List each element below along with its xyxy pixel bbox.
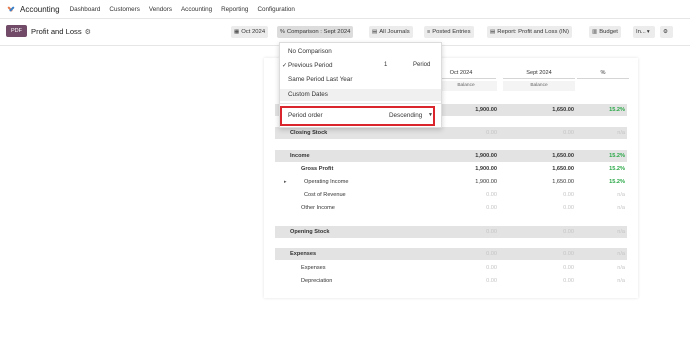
row-label: Gross Profit	[301, 166, 334, 172]
value-oct: 1,900.00	[475, 179, 497, 185]
value-percent: n/a	[617, 251, 625, 257]
table-row[interactable]: Income 1,900.00 1,650.00 15.2%	[275, 150, 627, 162]
table-row[interactable]: Expenses 0.00 0.00 n/a	[275, 248, 627, 260]
more-filter-label: In...	[636, 29, 646, 35]
period-unit-label: Period	[413, 62, 431, 68]
row-label: Operating Income	[304, 179, 349, 185]
nav-customers[interactable]: Customers	[109, 6, 139, 13]
chart-icon: ▥	[592, 29, 598, 35]
nav-configuration[interactable]: Configuration	[257, 6, 294, 13]
posted-entries-filter-label: Posted Entries	[432, 29, 471, 35]
comparison-filter-button[interactable]: % Comparison : Sept 2024	[277, 26, 354, 38]
subheader-balance-oct: Balance	[435, 81, 497, 91]
row-label: Depreciation	[301, 278, 333, 284]
top-navbar: Accounting Dashboard Customers Vendors A…	[0, 0, 690, 19]
table-row[interactable]: Expenses 0.00 0.00 n/a	[275, 262, 627, 274]
subheader-balance-sept: Balance	[503, 81, 575, 91]
percent-icon: %	[280, 29, 285, 35]
table-row[interactable]: Other Income 0.00 0.00 n/a	[275, 202, 627, 214]
more-filter-button[interactable]: In... ▾	[633, 26, 655, 38]
journals-filter-label: All Journals	[379, 29, 410, 35]
budget-filter-label: Budget	[599, 29, 618, 35]
value-percent: 15.2%	[609, 179, 625, 185]
column-header-sept: Sept 2024	[503, 68, 575, 79]
value-oct: 0.00	[486, 265, 497, 271]
value-percent: 15.2%	[609, 107, 625, 113]
nav-vendors[interactable]: Vendors	[149, 6, 172, 13]
settings-icon: ⚙	[663, 29, 668, 35]
settings-button[interactable]: ⚙	[660, 26, 673, 38]
table-row[interactable]: Depreciation 0.00 0.00 n/a	[275, 275, 627, 287]
option-no-comparison[interactable]: No Comparison	[288, 48, 332, 55]
dropdown-divider	[280, 103, 441, 104]
value-oct: 0.00	[486, 192, 497, 198]
value-percent: n/a	[617, 278, 625, 284]
row-label: Other Income	[301, 205, 335, 211]
value-oct: 0.00	[486, 278, 497, 284]
value-oct: 0.00	[486, 130, 497, 136]
app-name[interactable]: Accounting	[20, 5, 60, 14]
row-label: Income	[290, 153, 310, 159]
value-percent: n/a	[617, 130, 625, 136]
chevron-down-icon: ▾	[646, 29, 650, 35]
list-icon: ≡	[427, 29, 431, 35]
column-header-percent: %	[577, 68, 629, 79]
nav-dashboard[interactable]: Dashboard	[70, 6, 101, 13]
page-title: Profit and Loss ⚙	[31, 27, 91, 36]
nav-accounting[interactable]: Accounting	[181, 6, 212, 13]
pdf-button[interactable]: PDF	[6, 25, 27, 37]
posted-entries-filter-button[interactable]: ≡ Posted Entries	[424, 26, 474, 38]
value-percent: n/a	[617, 205, 625, 211]
book-icon: ▤	[372, 29, 378, 35]
table-row[interactable]: Cost of Revenue 0.00 0.00 n/a	[275, 189, 627, 201]
report-variant-button[interactable]: ▤ Report: Profit and Loss (IN)	[487, 26, 572, 38]
value-oct: 0.00	[486, 251, 497, 257]
date-filter-label: Oct 2024	[241, 29, 266, 35]
row-label: Expenses	[290, 251, 317, 257]
row-label: Closing Stock	[290, 130, 328, 136]
page-title-text: Profit and Loss	[31, 27, 82, 36]
check-icon: ✓	[282, 63, 288, 69]
app-logo-icon[interactable]	[6, 5, 15, 14]
calendar-icon: ▦	[234, 29, 240, 35]
value-percent: n/a	[617, 229, 625, 235]
value-percent: n/a	[617, 265, 625, 271]
option-previous-period[interactable]: Previous Period	[288, 62, 332, 69]
period-count-input[interactable]: 1	[384, 62, 387, 68]
value-percent: 15.2%	[609, 153, 625, 159]
row-label: Cost of Revenue	[304, 192, 346, 198]
value-percent: n/a	[617, 192, 625, 198]
period-order-select[interactable]: Descending	[389, 112, 422, 119]
value-oct: 1,900.00	[475, 166, 497, 172]
period-order-label: Period order	[288, 112, 323, 119]
row-label: Expenses	[301, 265, 326, 271]
expand-caret-icon[interactable]: ▸	[284, 176, 287, 188]
comparison-filter-label: Comparison : Sept 2024	[286, 29, 351, 35]
journals-filter-button[interactable]: ▤ All Journals	[369, 26, 413, 38]
table-row[interactable]: Operating Income ▸ 1,900.00 1,650.00 15.2%	[275, 176, 627, 188]
value-percent: 15.2%	[609, 166, 625, 172]
book-icon: ▤	[490, 29, 496, 35]
row-label: Opening Stock	[290, 229, 330, 235]
chevron-down-icon[interactable]: ▼	[428, 112, 433, 118]
value-oct: 1,900.00	[475, 107, 497, 113]
value-oct: 1,900.00	[475, 153, 497, 159]
report-variant-label: Report: Profit and Loss (IN)	[497, 29, 569, 35]
table-row[interactable]: Closing Stock 0.00 0.00 n/a	[275, 127, 627, 139]
option-custom-dates[interactable]: Custom Dates	[288, 91, 328, 98]
budget-filter-button[interactable]: ▥ Budget	[589, 26, 621, 38]
gear-icon[interactable]: ⚙	[85, 29, 91, 36]
option-same-period-last-year[interactable]: Same Period Last Year	[288, 76, 352, 83]
value-oct: 0.00	[486, 229, 497, 235]
nav-reporting[interactable]: Reporting	[221, 6, 248, 13]
table-row[interactable]: Opening Stock 0.00 0.00 n/a	[275, 226, 627, 238]
date-filter-button[interactable]: ▦ Oct 2024	[231, 26, 269, 38]
table-row[interactable]: Gross Profit 1,900.00 1,650.00 15.2%	[275, 163, 627, 175]
value-oct: 0.00	[486, 205, 497, 211]
